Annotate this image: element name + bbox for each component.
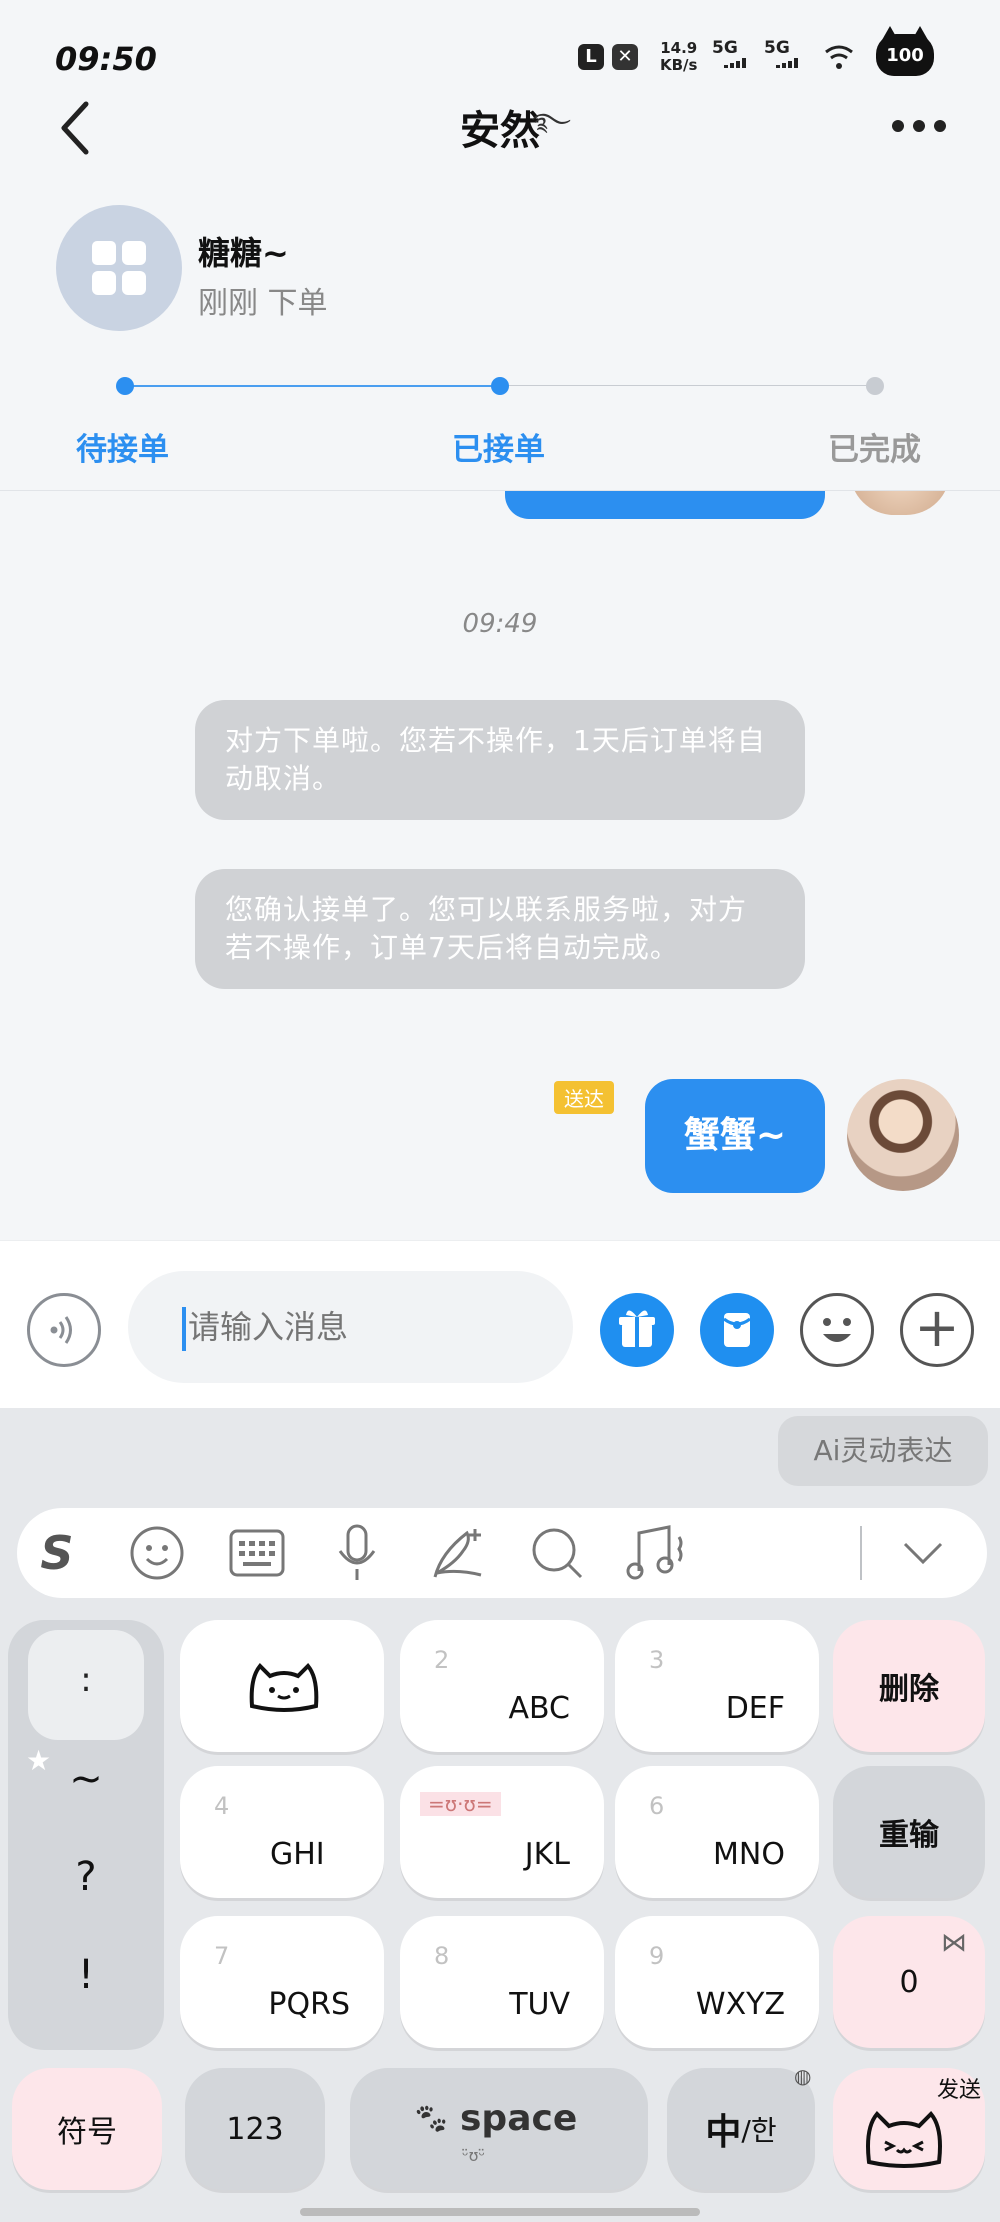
signal-label-2: 5G [764,38,790,58]
cat-send-icon [866,2111,942,2168]
numbers-key[interactable]: 123 [185,2068,325,2190]
keyboard: Ai灵动表达 S : ★ ~ ? ! 2 ABC 3 DEF 删除 4 GHI … [0,1408,1000,2222]
chat-area[interactable]: 09:49 对方下单啦。您若不操作，1天后订单将自动取消。 您确认接单了。您可以… [0,491,1000,1239]
send-label: 发送 [936,2078,981,2103]
step-label-accepted: 已接单 [452,432,545,468]
key-1-emoticon[interactable] [180,1620,384,1752]
my-avatar-previous[interactable] [850,491,950,515]
language-switch-key[interactable]: 中 /한 [667,2068,815,2190]
voice-icon [50,1316,72,1344]
voice-input-button[interactable] [27,1293,101,1367]
red-envelope-button[interactable] [700,1293,774,1367]
space-key[interactable]: 🐾︎ space ᵕ̈ʊᵕ̈ [350,2068,648,2190]
symbol-key-exclaim[interactable]: ! [8,1952,164,1998]
emoji-keyboard-icon[interactable] [117,1508,197,1598]
cat-face-icon [249,1663,319,1712]
app-notification-icon: L [578,44,604,70]
symbol-key-colon[interactable]: : [28,1630,144,1740]
signal-bars-1-icon [724,58,746,68]
signal-bars-2-icon [776,58,798,68]
step-dot-pending-accept [116,377,134,395]
apps-icon [92,241,146,295]
symbol-key-tilde[interactable]: ~ [8,1756,164,1802]
ai-express-button[interactable]: Ai灵动表达 [778,1416,988,1486]
more-plus-button[interactable]: + [900,1293,974,1367]
step-label-pending-accept: 待接单 [76,432,169,468]
my-avatar[interactable] [847,1079,959,1191]
music-icon[interactable] [617,1508,697,1598]
progress-line-pending [500,385,875,386]
key-6-mno[interactable]: 6 MNO [615,1766,819,1898]
swype-logo-icon[interactable]: S [17,1508,97,1598]
buyer-avatar[interactable] [56,205,182,331]
signal-label-1: 5G [712,38,738,58]
key-4-ghi[interactable]: 4 GHI [180,1766,384,1898]
send-key[interactable]: 发送 [833,2068,985,2190]
delete-key[interactable]: 删除 [833,1620,985,1752]
step-label-completed: 已完成 [828,432,921,468]
keyboard-toolbar: S [17,1508,987,1598]
keyboard-layout-icon[interactable] [217,1508,297,1598]
key-9-wxyz[interactable]: 9 WXYZ [615,1916,819,2048]
status-time: 09:50 [55,40,157,78]
paw-icon: 🐾︎ [412,2102,451,2137]
wifi-icon [825,45,853,69]
zero-key[interactable]: 0 ⋈ [833,1916,985,2048]
search-icon[interactable] [517,1508,597,1598]
space-sublabel: ᵕ̈ʊᵕ̈ [462,2146,486,2165]
key-8-tuv[interactable]: 8 TUV [400,1916,604,2048]
bow-icon: ⋈ [941,1928,967,1958]
text-caret [182,1307,186,1351]
key-emote-label: =ʊ·ʊ= [420,1792,501,1816]
chat-timestamp: 09:49 [462,609,538,639]
toolbar-separator [860,1526,862,1580]
message-input[interactable] [128,1271,573,1383]
buyer-name: 糖糖~ [198,234,289,272]
read-status-badge: 送达 [554,1081,614,1114]
step-dot-completed [866,377,884,395]
symbols-key[interactable]: 符号 [12,2068,162,2190]
system-message: 您确认接单了。您可以联系服务啦，对方若不操作，订单7天后将自动完成。 [195,869,805,989]
page-title: 安然 [460,108,540,154]
previous-message-bubble[interactable] [505,491,825,519]
key-5-jkl[interactable]: =ʊ·ʊ= JKL [400,1766,604,1898]
net-speed-unit: KB/s [660,56,698,74]
status-bar: 09:50 L ✕ 14.9 KB/s 5G 5G 100 [0,0,1000,110]
key-3-def[interactable]: 3 DEF [615,1620,819,1752]
chevron-down-icon[interactable] [883,1508,963,1598]
net-speed: 14.9 KB/s [660,40,697,74]
more-options-button[interactable] [892,120,946,132]
smiley-icon [823,1318,851,1342]
step-dot-accepted [491,377,509,395]
symbol-key-question[interactable]: ? [8,1854,164,1900]
net-speed-value: 14.9 [660,39,698,57]
globe-icon: ◍ [794,2064,812,2088]
system-message: 对方下单啦。您若不操作，1天后订单将自动取消。 [195,700,805,820]
key-7-pqrs[interactable]: 7 PQRS [180,1916,384,2048]
retype-key[interactable]: 重输 [833,1766,985,1898]
emoji-button[interactable] [800,1293,874,1367]
my-message-bubble[interactable]: 蟹蟹~ [645,1079,825,1193]
handwriting-icon[interactable] [417,1508,497,1598]
title-decoration: ࿐ [532,108,571,136]
order-status-text: 刚刚 下单 [198,286,328,321]
microphone-icon[interactable] [317,1508,397,1598]
space-label: space [460,2098,578,2139]
app-notification-icon-2: ✕ [612,44,638,70]
gift-icon [619,1310,655,1347]
gift-button[interactable] [600,1293,674,1367]
red-envelope-icon [723,1313,751,1347]
home-indicator[interactable] [300,2208,700,2216]
input-bar: + [0,1240,1000,1408]
progress-line-done [125,385,500,387]
key-2-abc[interactable]: 2 ABC [400,1620,604,1752]
battery-icon: 100 [876,26,934,76]
